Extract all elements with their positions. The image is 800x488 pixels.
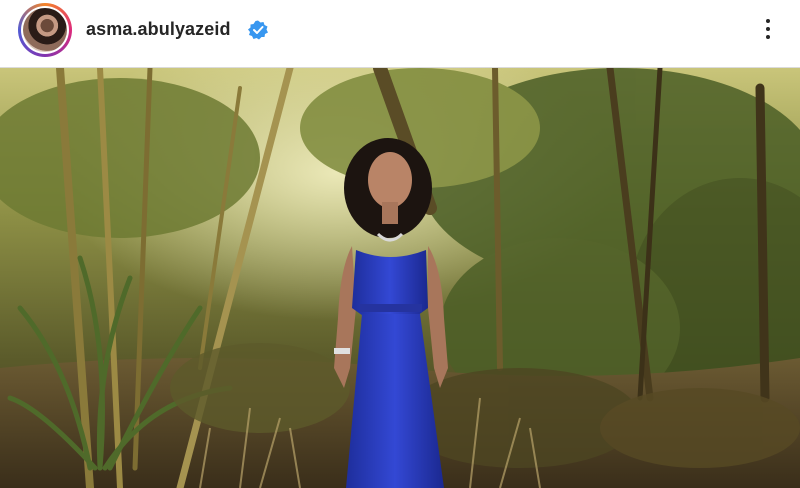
woman-figure [334, 138, 448, 488]
more-options-button[interactable] [756, 14, 780, 44]
verified-badge-icon [248, 20, 268, 40]
avatar[interactable] [23, 8, 67, 52]
avatar-frame [21, 6, 69, 54]
avatar-story-ring[interactable] [18, 3, 72, 57]
post-header: asma.abulyazeid [0, 0, 800, 68]
post-photo[interactable] [0, 68, 800, 488]
more-dot-icon [766, 19, 770, 23]
username-link[interactable]: asma.abulyazeid [86, 19, 231, 40]
more-dot-icon [766, 27, 770, 31]
forest-photo-illustration [0, 68, 800, 488]
more-dot-icon [766, 35, 770, 39]
